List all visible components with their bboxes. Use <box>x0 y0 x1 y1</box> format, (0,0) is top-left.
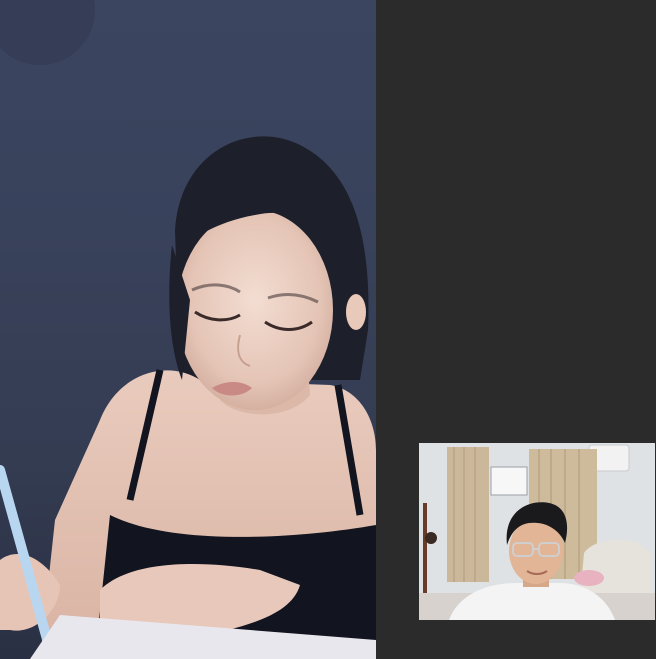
self-view-video[interactable] <box>419 443 655 620</box>
video-call-window <box>0 0 656 659</box>
remote-video-feed[interactable] <box>0 0 376 659</box>
remote-video-frame <box>0 0 376 659</box>
self-view-frame <box>419 443 655 620</box>
